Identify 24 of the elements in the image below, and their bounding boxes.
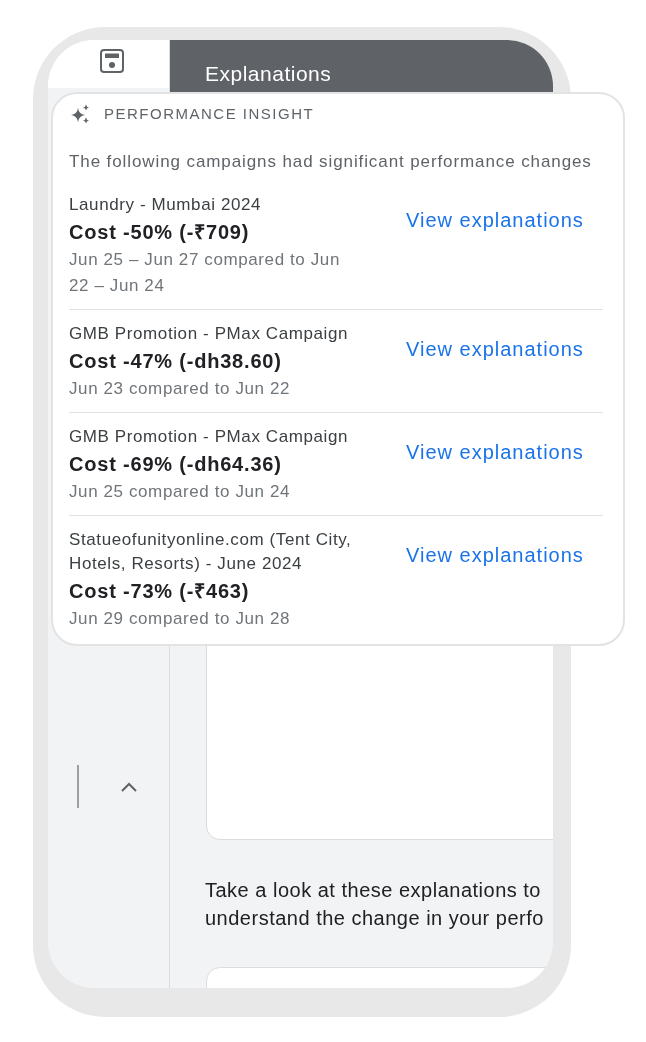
date-range: Jun 23 compared to Jun 22 bbox=[69, 378, 292, 400]
date-range: Jun 25 compared to Jun 24 bbox=[69, 481, 292, 503]
intro-text: The following campaigns had significant performance changes bbox=[69, 151, 593, 173]
cost-change: Cost -69% (-dh64.36) bbox=[69, 452, 283, 477]
campaign-name: Laundry - Mumbai 2024 bbox=[69, 194, 263, 216]
explanation-hint: Take a look at these explanations to understand the change in your perfo bbox=[205, 878, 544, 931]
chevron-up-icon[interactable] bbox=[121, 781, 137, 792]
view-explanations-link[interactable]: View explanations bbox=[406, 207, 584, 233]
card-heading: PERFORMANCE INSIGHT bbox=[104, 104, 315, 124]
cost-change: Cost -50% (-₹709) bbox=[69, 220, 251, 245]
save-icon[interactable] bbox=[100, 48, 124, 73]
cost-change: Cost -73% (-₹463) bbox=[69, 579, 251, 604]
date-range: Jun 29 compared to Jun 28 bbox=[69, 608, 292, 630]
campaign-name: GMB Promotion - PMax Campaign bbox=[69, 426, 350, 448]
view-explanations-link[interactable]: View explanations bbox=[406, 439, 584, 465]
view-explanations-link[interactable]: View explanations bbox=[406, 336, 584, 362]
sparkle-icon bbox=[71, 104, 89, 124]
rail-divider bbox=[77, 765, 79, 808]
cost-change: Cost -47% (-dh38.60) bbox=[69, 349, 283, 374]
campaign-name: Statueofunityonline.com (Tent City, Hotels, Resorts) - June 2024 bbox=[69, 529, 353, 575]
date-range: Jun 25 – Jun 27 compared to Jun 22 – Jun 24 bbox=[69, 249, 341, 297]
view-explanations-link[interactable]: View explanations bbox=[406, 542, 584, 568]
campaign-name: GMB Promotion - PMax Campaign bbox=[69, 323, 350, 345]
page-title: Explanations bbox=[205, 61, 332, 87]
